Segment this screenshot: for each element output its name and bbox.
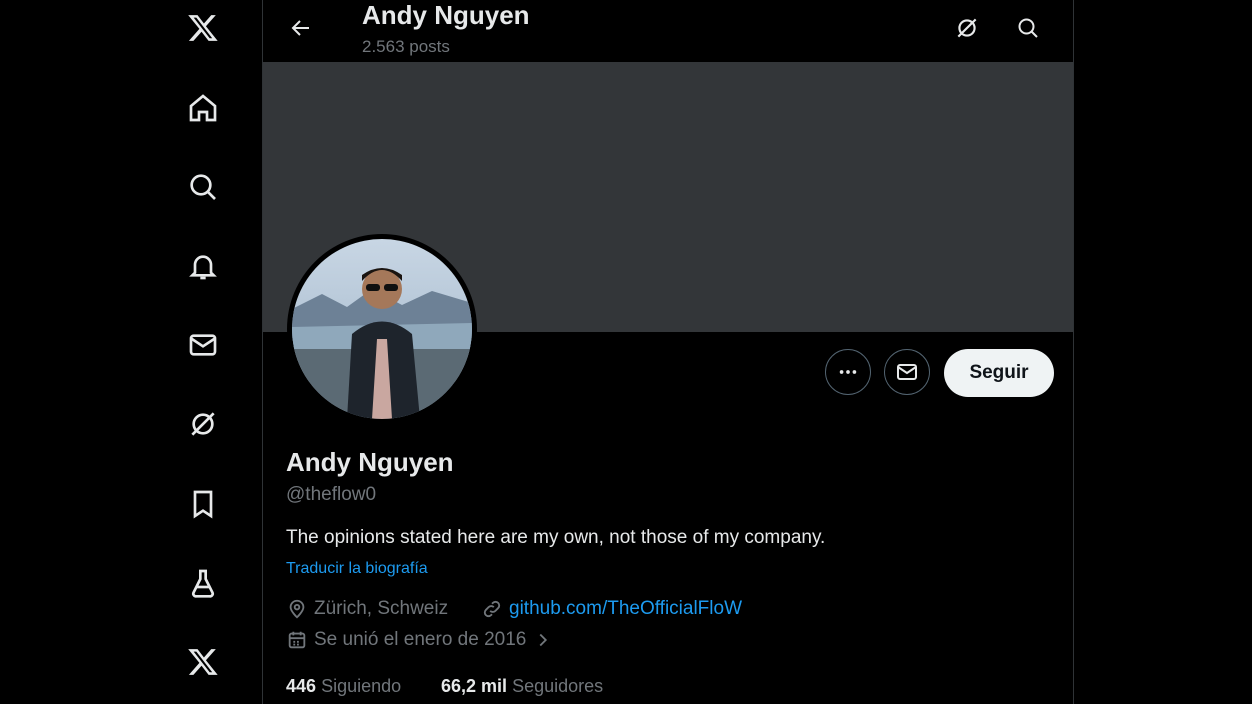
followers-stat[interactable]: 66,2 mil Seguidores bbox=[441, 676, 603, 697]
following-label: Siguiendo bbox=[321, 676, 402, 696]
flask-icon[interactable] bbox=[183, 563, 223, 603]
search-icon[interactable] bbox=[183, 167, 223, 207]
grok-icon[interactable] bbox=[949, 10, 985, 46]
profile-joined[interactable]: Se unió el enero de 2016 bbox=[286, 629, 554, 651]
search-icon[interactable] bbox=[1010, 10, 1046, 46]
following-stat[interactable]: 446 Siguiendo bbox=[286, 676, 401, 697]
home-icon[interactable] bbox=[183, 88, 223, 128]
bell-icon[interactable] bbox=[183, 246, 223, 286]
link-icon bbox=[483, 600, 501, 618]
profile-column: Andy Nguyen 2.563 posts Seguir Andy Nguy… bbox=[262, 0, 1074, 704]
location-text: Zürich, Schweiz bbox=[314, 598, 449, 619]
profile-website[interactable]: github.com/TheOfficialFloW bbox=[481, 598, 742, 620]
grok-icon[interactable] bbox=[183, 404, 223, 444]
more-options-button[interactable] bbox=[825, 349, 871, 395]
chevron-right-icon bbox=[539, 633, 548, 647]
header-title: Andy Nguyen bbox=[362, 0, 530, 30]
translate-bio-link[interactable]: Traducir la biografía bbox=[286, 560, 428, 578]
profile-name: Andy Nguyen bbox=[286, 447, 454, 477]
sidebar-nav bbox=[0, 0, 262, 704]
profile-location: Zürich, Schweiz bbox=[286, 598, 448, 620]
profile-handle: @theflow0 bbox=[286, 484, 377, 505]
message-button[interactable] bbox=[884, 349, 930, 395]
avatar[interactable] bbox=[287, 234, 477, 424]
back-arrow-icon[interactable] bbox=[283, 10, 319, 46]
profile-bio: The opinions stated here are my own, not… bbox=[286, 527, 826, 548]
mail-icon bbox=[897, 364, 917, 380]
mail-icon[interactable] bbox=[183, 325, 223, 365]
website-link[interactable]: github.com/TheOfficialFloW bbox=[509, 598, 742, 620]
more-dots-icon bbox=[839, 370, 857, 374]
followers-count: 66,2 mil bbox=[441, 676, 508, 696]
joined-text: Se unió el enero de 2016 bbox=[314, 629, 527, 650]
location-pin-icon bbox=[289, 599, 305, 619]
x-logo-icon[interactable] bbox=[183, 8, 223, 48]
calendar-icon bbox=[288, 631, 306, 649]
profile-header-bar: Andy Nguyen 2.563 posts bbox=[263, 0, 1073, 62]
bookmark-icon[interactable] bbox=[183, 484, 223, 524]
x-premium-icon[interactable] bbox=[183, 642, 223, 682]
avatar-photo bbox=[292, 239, 472, 419]
followers-label: Seguidores bbox=[512, 676, 604, 696]
post-count: 2.563 posts bbox=[362, 37, 450, 56]
follow-button[interactable]: Seguir bbox=[944, 349, 1054, 397]
following-count: 446 bbox=[286, 676, 317, 696]
